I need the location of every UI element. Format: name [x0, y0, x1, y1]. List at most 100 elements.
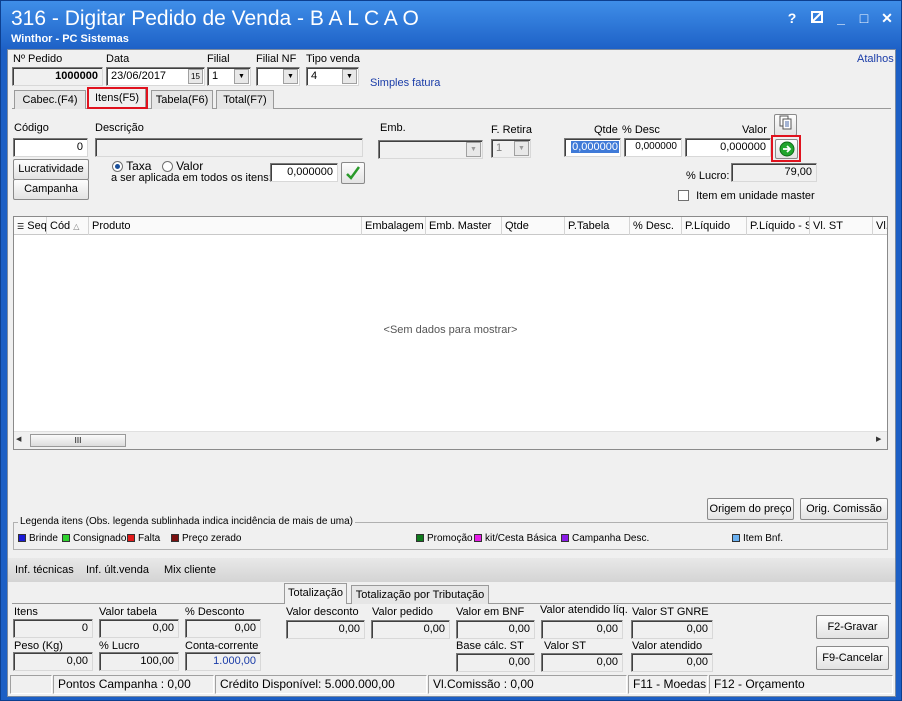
col-emb-master[interactable]: Emb. Master: [426, 217, 502, 235]
chevron-down-icon[interactable]: ▼: [514, 141, 529, 156]
col-vlst[interactable]: Vl. ST: [810, 217, 873, 235]
tipo-venda-select[interactable]: 4 ▼: [306, 67, 359, 86]
mix-cliente-link[interactable]: Mix cliente: [164, 564, 216, 576]
valor-tabela-field: 0,00: [99, 619, 179, 638]
fretira-select[interactable]: 1 ▼: [491, 139, 531, 158]
taxa-radio[interactable]: Taxa: [112, 159, 151, 173]
items-grid[interactable]: ☰ Seq Cód △ Produto Embalagem Emb. Maste…: [13, 216, 888, 450]
valor-st-field: 0,00: [541, 653, 623, 672]
valor-atendido-field: 0,00: [631, 653, 713, 672]
status-orcamento[interactable]: F12 - Orçamento: [709, 675, 893, 694]
chevron-down-icon[interactable]: ▼: [283, 69, 298, 84]
filial-value: 1: [212, 70, 219, 82]
codigo-label: Código: [14, 122, 49, 134]
origem-preco-button[interactable]: Origem do preço: [707, 498, 794, 520]
valor-field[interactable]: 0,000000: [685, 138, 771, 157]
add-item-highlight: [771, 135, 801, 162]
tipo-venda-desc: Simples fatura: [370, 77, 441, 89]
aplicada-field[interactable]: 0,000000: [270, 163, 338, 182]
checkbox-icon[interactable]: [678, 190, 689, 201]
col-produto[interactable]: Produto: [89, 217, 362, 235]
tab-totalizacao[interactable]: Totalização: [284, 583, 347, 604]
legend-swatch: [171, 534, 179, 542]
radio-selected-icon[interactable]: [112, 161, 123, 172]
data-value: 23/06/2017: [111, 70, 167, 82]
col-vl[interactable]: Vl.: [873, 217, 887, 235]
legend-swatch: [127, 534, 135, 542]
col-qtde[interactable]: Qtde: [502, 217, 565, 235]
valor-st-label: Valor ST: [544, 640, 586, 652]
gravar-button[interactable]: F2-Gravar: [816, 615, 889, 639]
scroll-thumb[interactable]: III: [30, 434, 126, 447]
filial-nf-select[interactable]: ▼: [256, 67, 300, 86]
base-st-field: 0,00: [456, 653, 535, 672]
descricao-field[interactable]: [95, 138, 363, 157]
pct-lucro-field: 100,00: [99, 652, 179, 671]
close-button[interactable]: ✕: [877, 8, 897, 28]
data-field[interactable]: 23/06/2017 15: [106, 67, 205, 86]
col-seq[interactable]: ☰ Seq: [14, 217, 47, 235]
desc-field[interactable]: 0,000000: [624, 138, 682, 157]
legend-swatch: [18, 534, 26, 542]
radio-icon[interactable]: [162, 161, 173, 172]
restore-icon[interactable]: [807, 8, 827, 28]
col-pliquido[interactable]: P.Líquido: [682, 217, 747, 235]
valor-radio[interactable]: Valor: [162, 159, 203, 173]
grid-empty-text: <Sem dados para mostrar>: [383, 324, 518, 336]
maximize-button[interactable]: □: [854, 8, 874, 28]
help-button[interactable]: ?: [782, 8, 802, 28]
scroll-right-icon[interactable]: ▶: [876, 435, 881, 443]
col-ptabela[interactable]: P.Tabela: [565, 217, 630, 235]
tab-total[interactable]: Total(F7): [216, 90, 274, 109]
filial-select[interactable]: 1 ▼: [207, 67, 251, 86]
legend-preco-zerado: Preço zerado: [171, 533, 241, 544]
qtde-field[interactable]: 0,000000: [564, 138, 621, 157]
valor-st-gnre-label: Valor ST GNRE: [632, 606, 709, 618]
valor-tabela-label: Valor tabela: [99, 606, 157, 618]
col-cod[interactable]: Cód △: [47, 217, 89, 235]
valor-atendido-label: Valor atendido: [632, 640, 703, 652]
aplicada-label: a ser aplicada em todos os itens:: [111, 172, 272, 184]
chevron-down-icon[interactable]: ▼: [466, 142, 481, 157]
pedido-label: Nº Pedido: [13, 53, 63, 65]
minimize-button[interactable]: _: [831, 8, 851, 28]
scroll-left-icon[interactable]: ◀: [16, 435, 21, 443]
tab-tabela[interactable]: Tabela(F6): [151, 90, 213, 109]
pedido-field[interactable]: 1000000: [12, 67, 103, 86]
chevron-down-icon[interactable]: ▼: [342, 69, 357, 84]
lucratividade-button[interactable]: Lucratividade: [13, 159, 89, 180]
emb-label: Emb.: [380, 122, 406, 134]
cancelar-button[interactable]: F9-Cancelar: [816, 646, 889, 670]
legend-swatch: [732, 534, 740, 542]
horizontal-scrollbar[interactable]: ◀ III ▶: [14, 431, 887, 449]
status-blank: [10, 675, 52, 694]
campanha-button[interactable]: Campanha: [13, 179, 89, 200]
emb-select[interactable]: ▼: [378, 140, 483, 159]
inf-tecnicas-link[interactable]: Inf. técnicas: [15, 564, 74, 576]
item-master-checkbox[interactable]: Item em unidade master: [678, 190, 815, 202]
col-pliquido-s[interactable]: P.Líquido - S: [747, 217, 810, 235]
desc-label: % Desc: [622, 124, 660, 136]
legend-swatch: [62, 534, 70, 542]
legend-title: Legenda itens (Obs. legenda sublinhada i…: [18, 516, 355, 527]
atalhos-link[interactable]: Atalhos: [857, 53, 894, 65]
status-moedas[interactable]: F11 - Moedas: [628, 675, 708, 694]
conta-corrente-label: Conta-corrente: [185, 640, 259, 652]
tab-totalizacao-tributacao[interactable]: Totalização por Tributação: [351, 585, 489, 604]
status-bar: Pontos Campanha : 0,00 Crédito Disponíve…: [10, 675, 893, 695]
title-bar[interactable]: 316 - Digitar Pedido de Venda - B A L C …: [1, 1, 901, 49]
col-embalagem[interactable]: Embalagem: [362, 217, 426, 235]
valor-atendido-liq-field: 0,00: [541, 620, 623, 639]
valor-atendido-liq-label: Valor atendido líq.: [540, 604, 628, 616]
tab-cabec[interactable]: Cabec.(F4): [14, 90, 86, 109]
apply-button[interactable]: [341, 162, 365, 184]
calendar-icon[interactable]: 15: [188, 69, 203, 84]
inf-ult-venda-link[interactable]: Inf. últ.venda: [86, 564, 149, 576]
taxa-label: Taxa: [126, 159, 152, 173]
legend-kit-cesta: kit/Cesta Básica: [474, 533, 557, 544]
orig-comissao-button[interactable]: Orig. Comissão: [800, 498, 888, 520]
chevron-down-icon[interactable]: ▼: [234, 69, 249, 84]
col-desc[interactable]: % Desc.: [630, 217, 682, 235]
copy-button[interactable]: [774, 114, 797, 136]
codigo-field[interactable]: 0: [13, 138, 88, 157]
